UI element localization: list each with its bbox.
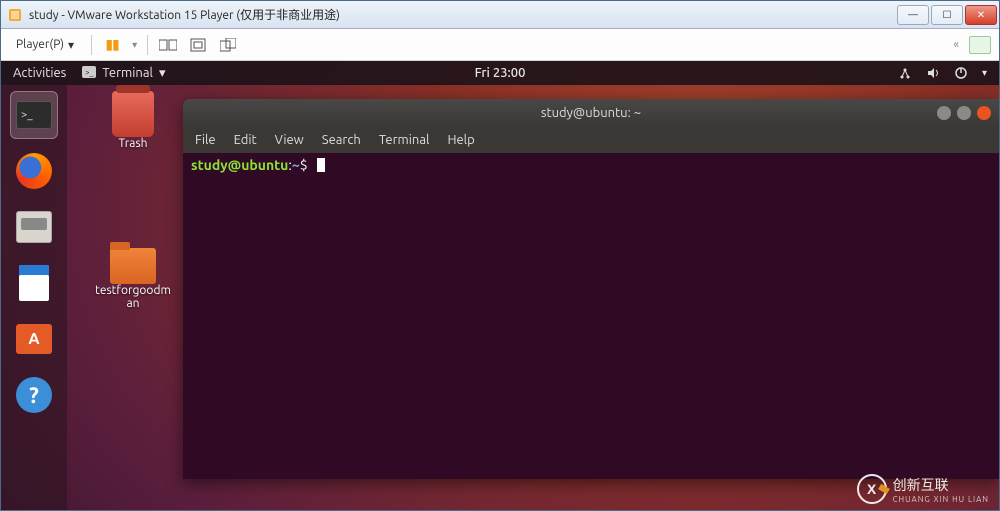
trash-desktop-icon[interactable]: Trash xyxy=(93,91,173,150)
firefox-icon xyxy=(16,153,52,189)
host-titlebar[interactable]: study - VMware Workstation 15 Player (仅用… xyxy=(1,1,999,29)
ubuntu-dock: >_ A ? xyxy=(1,85,67,510)
activities-button[interactable]: Activities xyxy=(13,66,66,80)
terminal-title: study@ubuntu: ~ xyxy=(541,106,641,120)
chevron-down-icon[interactable]: ▾ xyxy=(982,67,987,79)
toolbar-separator xyxy=(147,35,148,55)
terminal-titlebar[interactable]: study@ubuntu: ~ xyxy=(183,99,999,127)
terminal-maximize-button[interactable] xyxy=(957,106,971,120)
host-close-button[interactable]: ✕ xyxy=(965,5,997,25)
dock-firefox[interactable] xyxy=(10,147,58,195)
network-icon[interactable] xyxy=(898,66,912,80)
vmware-icon xyxy=(7,7,23,23)
menu-edit[interactable]: Edit xyxy=(234,133,257,147)
terminal-menubar: File Edit View Search Terminal Help xyxy=(183,127,999,153)
clock[interactable]: Fri 23:00 xyxy=(475,66,526,80)
vmware-toolbar: Player(P) ▾ ▮▮ ▾ « xyxy=(1,29,999,61)
ubuntu-topbar: Activities >_ Terminal ▾ Fri 23:00 xyxy=(1,61,999,85)
keyboard-icon xyxy=(159,38,177,52)
app-menu-label: Terminal xyxy=(102,66,153,80)
watermark-subtext: CHUANG XIN HU LIAN xyxy=(893,495,989,504)
chevron-down-icon: ▾ xyxy=(68,38,74,52)
folder-testforgoodman[interactable]: testforgoodman xyxy=(93,248,173,310)
desktop-area: Trash testforgoodman xyxy=(93,91,173,310)
menu-view[interactable]: View xyxy=(275,133,304,147)
dock-help[interactable]: ? xyxy=(10,371,58,419)
dock-libreoffice[interactable] xyxy=(10,259,58,307)
host-window: study - VMware Workstation 15 Player (仅用… xyxy=(0,0,1000,511)
player-menu[interactable]: Player(P) ▾ xyxy=(9,35,81,55)
toolbar-side-button[interactable] xyxy=(969,36,991,54)
dock-files[interactable] xyxy=(10,203,58,251)
watermark: X 创新互联 CHUANG XIN HU LIAN xyxy=(857,474,989,504)
help-icon: ? xyxy=(16,377,52,413)
toolbar-separator xyxy=(91,35,92,55)
fullscreen-icon xyxy=(190,38,206,52)
chevron-down-icon: ▾ xyxy=(159,66,166,81)
menu-help[interactable]: Help xyxy=(447,133,474,147)
collapse-toolbar-button[interactable]: « xyxy=(953,38,959,51)
terminal-window[interactable]: study@ubuntu: ~ File Edit View Search Te… xyxy=(183,99,999,479)
player-menu-label: Player(P) xyxy=(16,38,64,51)
watermark-logo-icon: X xyxy=(857,474,887,504)
host-minimize-button[interactable]: — xyxy=(897,5,929,25)
terminal-minimize-button[interactable] xyxy=(937,106,951,120)
document-icon xyxy=(19,265,49,301)
pause-button[interactable]: ▮▮ xyxy=(102,35,122,55)
files-icon xyxy=(16,211,52,243)
volume-icon[interactable] xyxy=(926,66,940,80)
watermark-text: 创新互联 xyxy=(893,477,949,493)
guest-display: Activities >_ Terminal ▾ Fri 23:00 xyxy=(1,61,999,510)
prompt-user-host: study@ubuntu xyxy=(191,157,288,173)
pause-icon: ▮▮ xyxy=(105,36,118,53)
fullscreen-button[interactable] xyxy=(188,35,208,55)
app-menu[interactable]: >_ Terminal ▾ xyxy=(82,66,165,81)
trash-label: Trash xyxy=(118,137,147,150)
terminal-cursor xyxy=(317,158,325,172)
menu-terminal[interactable]: Terminal xyxy=(379,133,430,147)
chevron-down-icon[interactable]: ▾ xyxy=(132,39,137,51)
menu-search[interactable]: Search xyxy=(322,133,361,147)
terminal-indicator-icon: >_ xyxy=(82,66,96,81)
unity-button[interactable] xyxy=(218,35,238,55)
power-icon[interactable] xyxy=(954,66,968,80)
folder-icon xyxy=(110,248,156,284)
dock-software[interactable]: A xyxy=(10,315,58,363)
unity-icon xyxy=(220,38,236,52)
dock-terminal[interactable]: >_ xyxy=(10,91,58,139)
trash-icon xyxy=(112,91,154,137)
terminal-icon: >_ xyxy=(16,101,52,129)
folder-label: testforgoodman xyxy=(93,284,173,310)
prompt-char: $ xyxy=(300,157,308,173)
terminal-body[interactable]: study@ubuntu:~$ xyxy=(183,153,999,177)
menu-file[interactable]: File xyxy=(195,133,216,147)
software-store-icon: A xyxy=(16,324,52,354)
host-window-title: study - VMware Workstation 15 Player (仅用… xyxy=(29,6,897,23)
terminal-close-button[interactable] xyxy=(977,106,991,120)
send-ctrl-alt-del-button[interactable] xyxy=(158,35,178,55)
host-maximize-button[interactable]: ☐ xyxy=(931,5,963,25)
prompt-path: ~ xyxy=(292,157,300,173)
svg-text:>_: >_ xyxy=(85,68,94,77)
